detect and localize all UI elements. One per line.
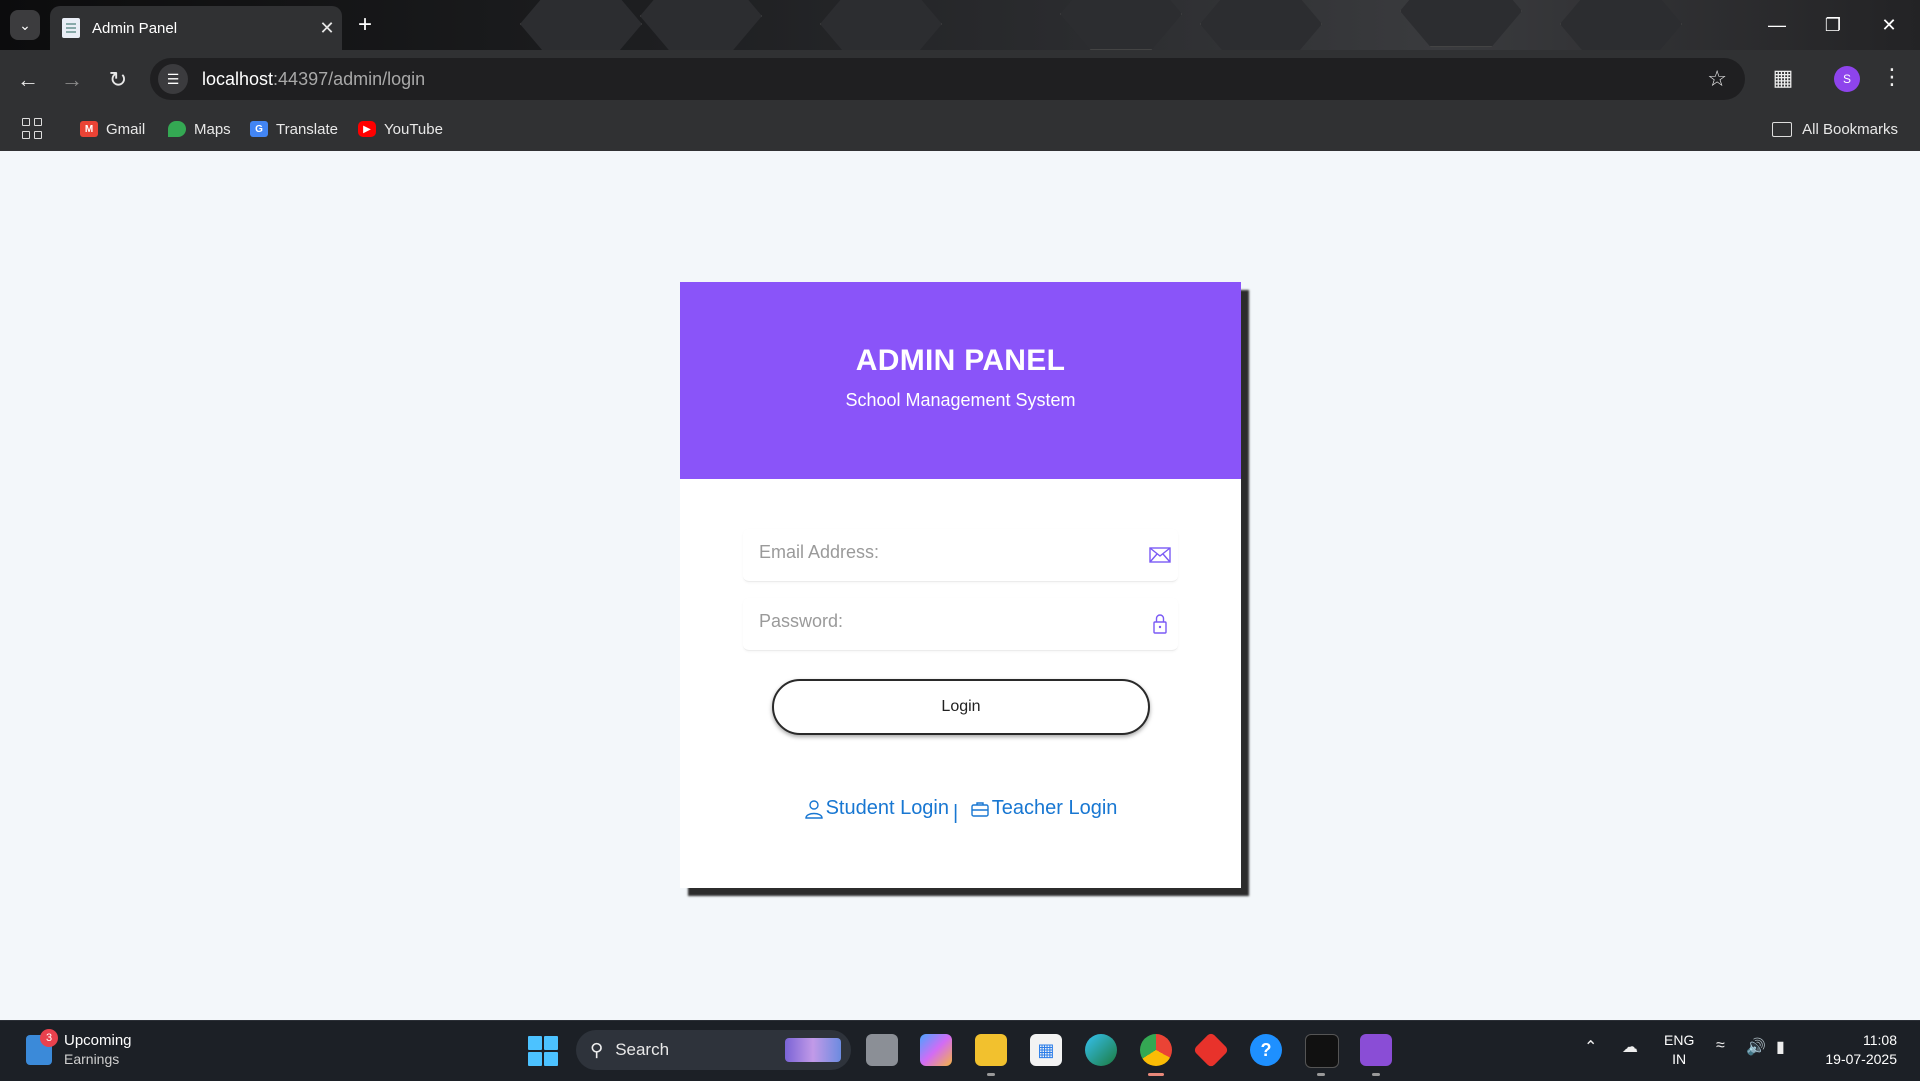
student-login-link[interactable]: Student Login: [804, 797, 949, 820]
close-window-button[interactable]: ✕: [1862, 8, 1916, 42]
profile-avatar[interactable]: S: [1834, 66, 1860, 92]
close-tab-icon[interactable]: ✕: [312, 18, 342, 39]
search-icon: ⚲: [590, 1039, 604, 1060]
chrome-browser-icon[interactable]: [1140, 1034, 1172, 1066]
background-decoration: [520, 0, 642, 50]
apps-grid-icon[interactable]: [22, 118, 44, 140]
site-info-icon[interactable]: ☰: [158, 64, 188, 94]
page-favicon-icon: [62, 18, 80, 38]
browser-tab-active[interactable]: Admin Panel ✕: [50, 6, 342, 50]
background-decoration: [1060, 0, 1182, 50]
bookmark-youtube[interactable]: ▶ YouTube: [358, 116, 443, 142]
input-language-indicator[interactable]: ENG IN: [1664, 1031, 1694, 1069]
search-highlight-image: [785, 1038, 841, 1062]
bookmark-gmail[interactable]: M Gmail: [80, 116, 145, 142]
restore-window-button[interactable]: ❐: [1806, 8, 1860, 42]
bookmark-maps[interactable]: Maps: [168, 116, 231, 142]
back-button[interactable]: ←: [12, 64, 44, 96]
widgets-button[interactable]: 3 Upcoming Earnings: [26, 1029, 132, 1069]
app-box-icon[interactable]: [1305, 1034, 1339, 1068]
url-text[interactable]: localhost:44397/admin/login: [202, 69, 425, 90]
running-indicator: [1317, 1073, 1325, 1076]
copilot-icon[interactable]: [920, 1034, 952, 1066]
widget-title: Upcoming: [64, 1032, 132, 1049]
running-indicator: [987, 1073, 995, 1076]
youtube-icon: ▶: [358, 121, 376, 137]
login-button[interactable]: Login: [772, 679, 1150, 735]
git-app-icon[interactable]: [1192, 1031, 1230, 1069]
password-field-wrapper: [743, 598, 1178, 651]
active-indicator: [1148, 1073, 1164, 1076]
help-icon[interactable]: ?: [1250, 1034, 1282, 1066]
email-field[interactable]: [743, 529, 1141, 575]
bookmark-star-icon[interactable]: ☆: [1707, 66, 1727, 92]
os-taskbar: 3 Upcoming Earnings ⚲ Search ▦ ? ⌃ ☁ ENG…: [0, 1020, 1920, 1081]
lock-icon: [1153, 614, 1167, 634]
tab-title: Admin Panel: [92, 19, 178, 37]
login-card: ADMIN PANEL School Management System Log…: [680, 282, 1241, 888]
running-indicator: [1372, 1073, 1380, 1076]
browser-menu-icon[interactable]: ⋮: [1881, 62, 1903, 92]
teacher-login-link[interactable]: Teacher Login: [970, 797, 1117, 820]
bookmarks-bar: M Gmail Maps G Translate ▶ YouTube All B…: [0, 108, 1920, 152]
envelope-icon: [1149, 547, 1171, 563]
page-content: ADMIN PANEL School Management System Log…: [0, 151, 1920, 1020]
edge-browser-icon[interactable]: [1085, 1034, 1117, 1066]
onedrive-cloud-icon[interactable]: ☁: [1622, 1037, 1638, 1057]
widget-subtitle: Earnings: [64, 1051, 120, 1067]
briefcase-icon: [971, 801, 989, 817]
login-card-header: ADMIN PANEL School Management System: [680, 282, 1241, 479]
visual-studio-icon[interactable]: [1360, 1034, 1392, 1066]
all-bookmarks-button[interactable]: All Bookmarks: [1772, 116, 1898, 142]
reload-button[interactable]: ↻: [102, 64, 134, 96]
chevron-down-icon: ⌄: [19, 16, 31, 33]
microsoft-store-icon[interactable]: ▦: [1030, 1034, 1062, 1066]
task-view-icon[interactable]: [866, 1034, 898, 1066]
volume-icon[interactable]: 🔊: [1746, 1037, 1766, 1057]
file-explorer-icon[interactable]: [975, 1034, 1007, 1066]
forward-button[interactable]: →: [56, 64, 88, 96]
folder-icon: [1772, 121, 1793, 137]
background-decoration: [1560, 0, 1682, 50]
wifi-icon[interactable]: ≈: [1716, 1037, 1725, 1055]
bookmark-translate[interactable]: G Translate: [250, 116, 338, 142]
background-decoration: [1200, 0, 1322, 50]
search-label: Search: [615, 1040, 670, 1059]
alternate-login-links: Student Login | Teacher Login: [680, 797, 1241, 825]
taskbar-search-box[interactable]: ⚲ Search: [576, 1030, 851, 1070]
system-clock[interactable]: 11:08 19-07-2025: [1817, 1031, 1897, 1069]
minimize-window-button[interactable]: —: [1750, 8, 1804, 42]
translate-icon: G: [250, 121, 268, 137]
address-bar[interactable]: ☰ localhost:44397/admin/login ☆: [150, 58, 1745, 100]
user-icon: [804, 799, 823, 819]
page-subtitle: School Management System: [845, 390, 1076, 410]
background-decoration: [1400, 0, 1522, 47]
notification-badge: 3: [40, 1029, 58, 1047]
maps-icon: [168, 121, 186, 137]
background-decoration: [820, 0, 942, 50]
extensions-icon[interactable]: ▦: [1768, 63, 1798, 93]
battery-icon[interactable]: ▮: [1776, 1037, 1785, 1057]
tab-search-button[interactable]: ⌄: [10, 10, 40, 40]
show-hidden-icons-chevron-icon[interactable]: ⌃: [1584, 1037, 1597, 1057]
stocks-widget-icon: 3: [26, 1029, 58, 1065]
windows-start-icon[interactable]: [528, 1036, 558, 1066]
password-field[interactable]: [743, 598, 1141, 644]
gmail-icon: M: [80, 121, 98, 137]
browser-toolbar: ← → ↻ ☰ localhost:44397/admin/login ☆: [0, 50, 1920, 108]
page-title: ADMIN PANEL: [855, 344, 1066, 377]
link-separator: |: [953, 801, 959, 824]
new-tab-button[interactable]: +: [350, 10, 380, 40]
browser-tab-strip: ⌄ Admin Panel ✕ + — ❐ ✕: [0, 0, 1920, 50]
background-decoration: [640, 0, 762, 50]
email-field-wrapper: [743, 529, 1178, 582]
